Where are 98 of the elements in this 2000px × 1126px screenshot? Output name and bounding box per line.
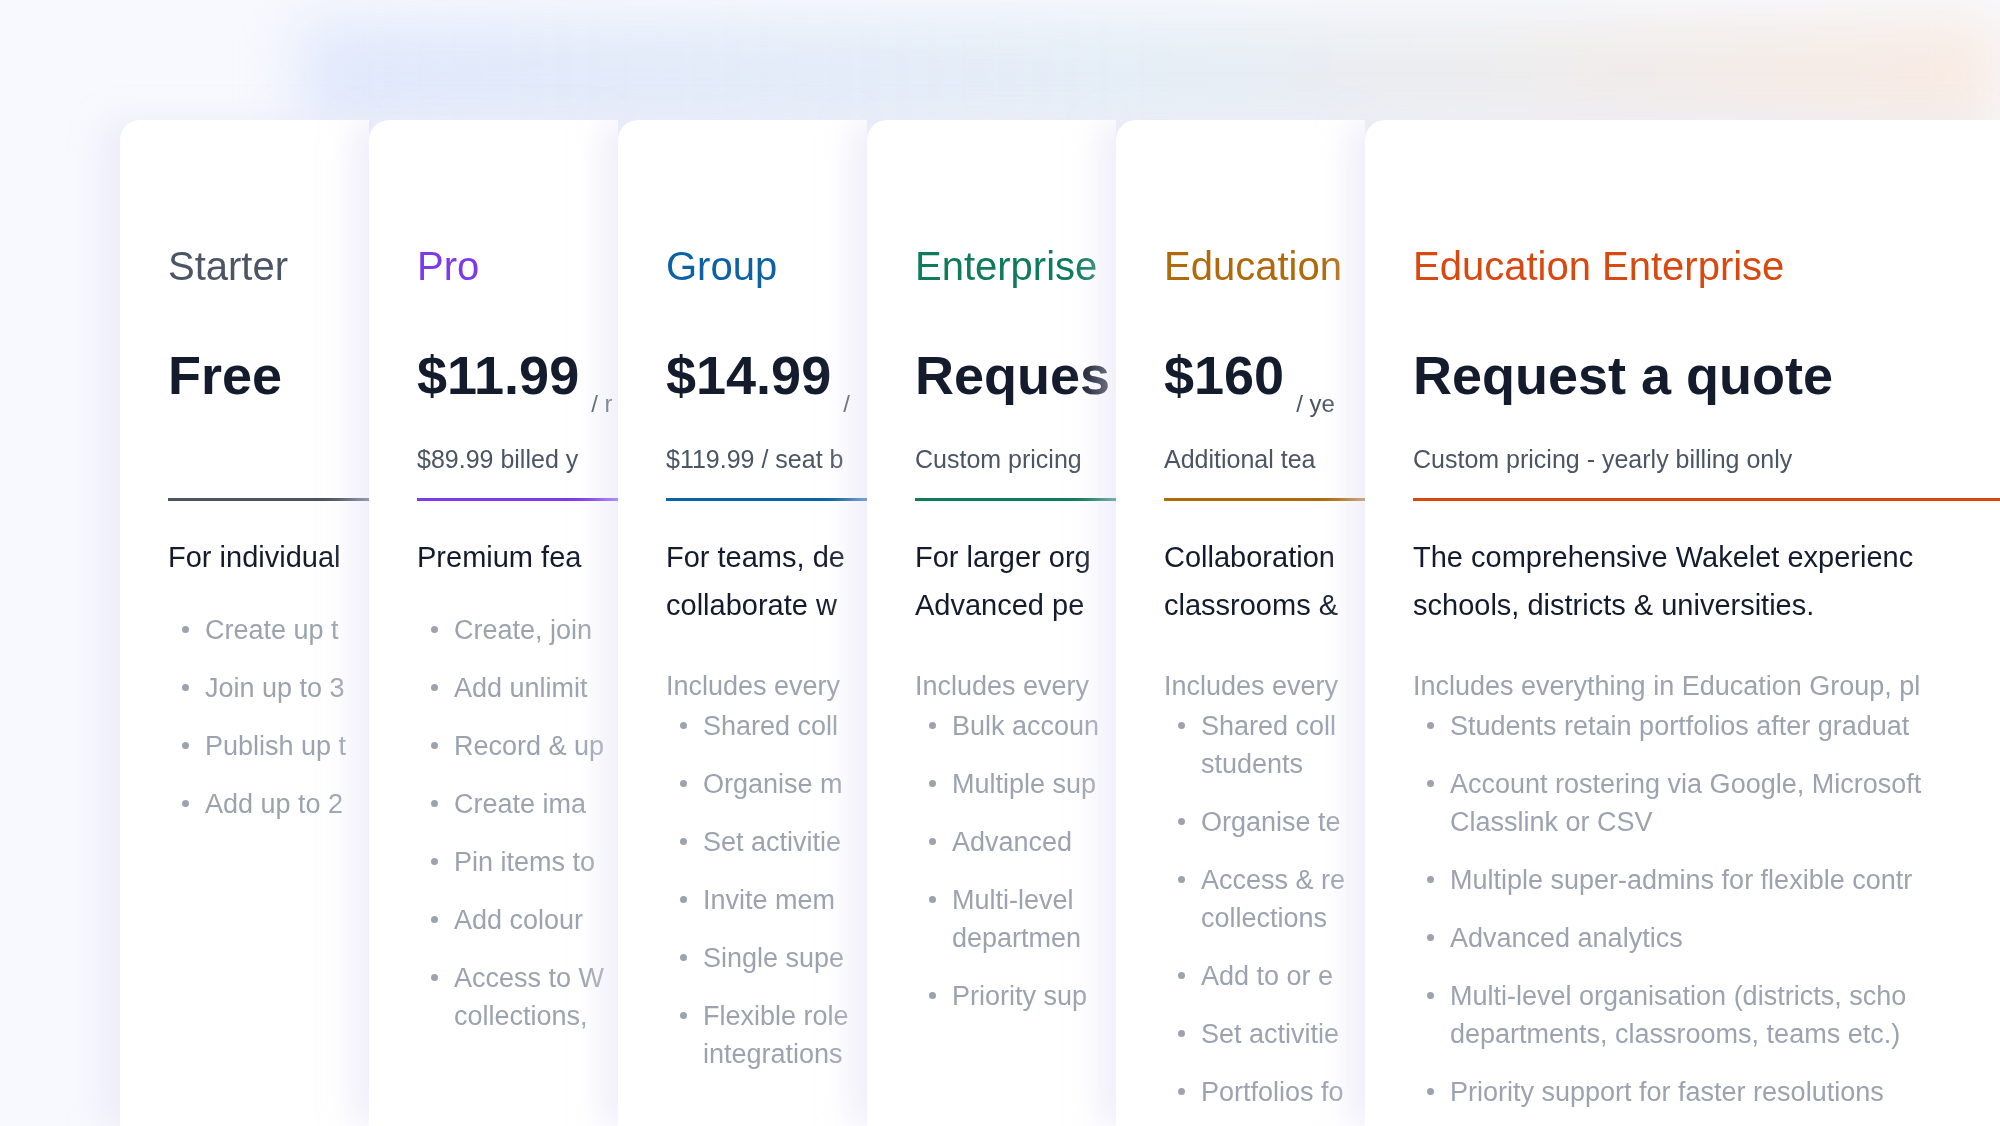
feature-text: Account rostering via Google, Microsoft Classlink or CSV (1450, 768, 1922, 839)
bullet-icon (680, 838, 687, 845)
plan-description: For individual (168, 540, 341, 575)
feature-text: Priority support for faster resolutions (1450, 1076, 1884, 1109)
billing-note: Additional tea (1164, 444, 1316, 474)
feature-text: Join up to 3 (205, 672, 345, 705)
plan-name: Education Enterprise (1413, 243, 1785, 290)
bullet-icon (1178, 972, 1185, 979)
feature-text: Shared coll (703, 710, 839, 743)
bullet-icon (1178, 876, 1185, 883)
bullet-icon (680, 1012, 687, 1019)
includes-note: Includes every (1164, 670, 1339, 703)
billing-note: Custom pricing - yearly billing only (1413, 444, 1793, 474)
bullet-icon (680, 954, 687, 961)
feature-text: Create, join (454, 614, 593, 647)
bullet-icon (431, 742, 438, 749)
bullet-icon (929, 896, 936, 903)
feature-text: Add to or e (1201, 960, 1334, 993)
feature-text: Priority sup (952, 980, 1088, 1013)
bullet-icon (431, 916, 438, 923)
bullet-icon (929, 992, 936, 999)
price: Reques (915, 344, 1111, 407)
bullet-icon (431, 858, 438, 865)
plan-name: Education (1164, 243, 1342, 290)
bullet-icon (431, 626, 438, 633)
bullet-icon (1178, 1088, 1185, 1095)
bullet-icon (431, 800, 438, 807)
plan-name: Enterprise (915, 243, 1098, 290)
includes-note: Includes every (915, 670, 1090, 703)
feature-text: Organise m (703, 768, 843, 801)
bullet-icon (929, 838, 936, 845)
bullet-icon (1427, 934, 1434, 941)
feature-text: Add up to 2 (205, 788, 344, 821)
feature-text: Multi-level organisation (districts, scho departments, classrooms, teams etc.) (1450, 980, 1907, 1051)
bullet-icon (431, 684, 438, 691)
plan-name: Starter (168, 243, 289, 290)
feature-text: Publish up t (205, 730, 347, 763)
feature-text: Multiple super-admins for flexible contr (1450, 864, 1913, 897)
bullet-icon (431, 974, 438, 981)
feature-text: Pin items to (454, 846, 596, 879)
includes-note: Includes everything in Education Group, pl (1413, 670, 1921, 703)
plan-name: Pro (417, 243, 480, 290)
feature-text: Bulk accoun (952, 710, 1100, 743)
price: Free (168, 344, 283, 407)
price-period: / (843, 390, 850, 418)
price: $11.99 (417, 344, 580, 407)
plan-description: For teams, de collaborate w (666, 540, 845, 623)
billing-note: Custom pricing (915, 444, 1082, 474)
billing-note: $119.99 / seat b (666, 444, 844, 474)
feature-text: Organise te (1201, 806, 1341, 839)
plan-description: For larger org Advanced pe (915, 540, 1091, 623)
bullet-icon (182, 800, 189, 807)
feature-text: Advanced (952, 826, 1073, 859)
bullet-icon (1427, 1088, 1434, 1095)
feature-text: Access to W collections, (454, 962, 605, 1033)
feature-text: Multi-level departmen (952, 884, 1082, 955)
bullet-icon (1427, 992, 1434, 999)
feature-text: Shared coll students (1201, 710, 1337, 781)
bullet-icon (929, 780, 936, 787)
feature-text: Create up t (205, 614, 339, 647)
bullet-icon (680, 780, 687, 787)
feature-text: Students retain portfolios after graduat (1450, 710, 1910, 743)
price: Request a quote (1413, 344, 1834, 407)
feature-text: Flexible role integrations (703, 1000, 849, 1071)
feature-text: Advanced analytics (1450, 922, 1683, 955)
feature-text: Portfolios fo (1201, 1076, 1344, 1109)
feature-text: Invite mem (703, 884, 836, 917)
feature-text: Add unlimit (454, 672, 588, 705)
bullet-icon (680, 722, 687, 729)
feature-text: Create ima (454, 788, 587, 821)
bullet-icon (182, 684, 189, 691)
bullet-icon (1427, 876, 1434, 883)
plan-description: Collaboration classrooms & (1164, 540, 1339, 623)
feature-text: Multiple sup (952, 768, 1097, 801)
feature-text: Record & up (454, 730, 605, 763)
billing-note: $89.99 billed y (417, 444, 579, 474)
bullet-icon (680, 896, 687, 903)
feature-text: Add colour (454, 904, 584, 937)
bullet-icon (929, 722, 936, 729)
price-period: / ye (1296, 390, 1335, 418)
plan-description: The comprehensive Wakelet experienc schools, districts & universities. (1413, 540, 1914, 623)
plan-name: Group (666, 243, 778, 290)
bullet-icon (1178, 1030, 1185, 1037)
feature-text: Set activitie (703, 826, 842, 859)
bullet-icon (182, 626, 189, 633)
price-period: / r (591, 390, 613, 418)
price: $14.99 (666, 344, 832, 407)
bullet-icon (1427, 722, 1434, 729)
bullet-icon (1178, 818, 1185, 825)
bullet-icon (1427, 780, 1434, 787)
plan-description: Premium fea (417, 540, 582, 575)
price: $160 (1164, 344, 1285, 407)
includes-note: Includes every (666, 670, 841, 703)
feature-text: Set activitie (1201, 1018, 1340, 1051)
feature-text: Access & re collections (1201, 864, 1346, 935)
feature-text: Single supe (703, 942, 845, 975)
bullet-icon (182, 742, 189, 749)
bullet-icon (1178, 722, 1185, 729)
